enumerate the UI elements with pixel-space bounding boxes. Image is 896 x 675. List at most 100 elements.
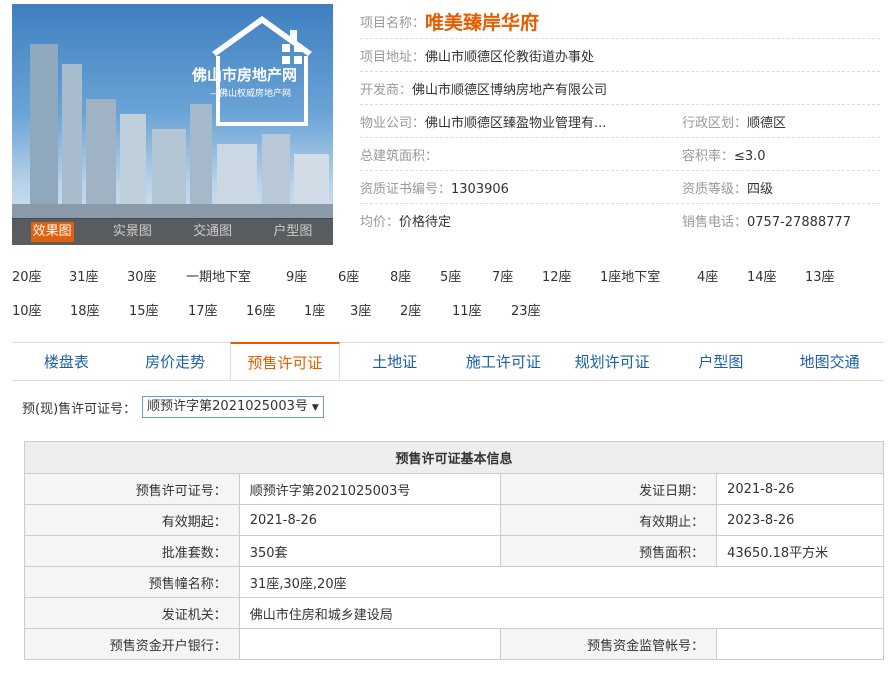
photo-tab-real[interactable]: 实景图: [92, 218, 172, 245]
developer-value: 佛山市顺德区博纳房地产有限公司: [412, 82, 608, 98]
table-row: 预售许可证号： 顺预许字第2021025003号 发证日期： 2021-8-26: [24, 473, 884, 505]
permit-select[interactable]: 顺预许字第2021025003号 ▼: [142, 396, 324, 418]
building-link[interactable]: 9座: [286, 266, 338, 285]
building-link[interactable]: 一期地下室: [186, 266, 286, 285]
table-row: 批准套数： 350套 预售面积： 43650.18平方米: [24, 535, 884, 567]
building-illustration: [12, 16, 333, 219]
authority-label: 发证机关：: [24, 597, 240, 629]
price-value: 价格待定: [399, 214, 452, 230]
building-list-row2: 10座 18座 15座 17座 16座 1座 3座 2座 11座 23座: [12, 300, 551, 319]
table-title: 预售许可证基本信息: [24, 441, 884, 474]
developer-label: 开发商：: [360, 82, 413, 98]
building-link[interactable]: 12座: [542, 266, 600, 285]
photo-tabs: 效果图 实景图 交通图 户型图: [12, 218, 333, 245]
grade-label: 资质等级：: [682, 181, 748, 197]
building-link[interactable]: 31座: [69, 266, 127, 285]
district-label: 行政区划：: [682, 115, 748, 131]
address-label: 项目地址：: [360, 49, 426, 65]
district-value: 顺德区: [747, 115, 787, 131]
far-label: 容积率：: [682, 148, 735, 164]
permit-select-label: 预(现)售许可证号：: [22, 401, 137, 417]
building-link[interactable]: 1座地下室: [600, 266, 697, 285]
building-link[interactable]: 15座: [129, 300, 188, 319]
units-value: 350套: [238, 535, 502, 567]
area-label: 总建筑面积：: [360, 148, 439, 164]
building-link[interactable]: 6座: [338, 266, 390, 285]
presale-area-label: 预售面积：: [500, 535, 718, 567]
photo-tab-traffic[interactable]: 交通图: [173, 218, 253, 245]
project-photo[interactable]: 佛山市房地产网 —佛山权威房地产网 效果图 实景图 交通图 户型图: [12, 4, 333, 245]
info-row-price: 均价：价格待定 销售电话：0757-27888777: [360, 204, 880, 236]
tab-building-table[interactable]: 楼盘表: [12, 342, 121, 380]
bldg-names-label: 预售幢名称：: [24, 566, 240, 598]
tab-map-traffic[interactable]: 地图交通: [775, 342, 884, 380]
building-link[interactable]: 17座: [188, 300, 246, 319]
tab-land-cert[interactable]: 土地证: [340, 342, 449, 380]
building-link[interactable]: 13座: [805, 266, 845, 285]
property-value: 佛山市顺德区臻盈物业管理有...: [425, 115, 607, 131]
permit-selector: 预(现)售许可证号： 顺预许字第2021025003号 ▼: [22, 396, 324, 418]
cert-value: 1303906: [451, 181, 509, 197]
watermark-sub: —佛山权威房地产网: [210, 89, 292, 99]
grade-value: 四级: [747, 181, 774, 197]
building-link[interactable]: 1座: [304, 300, 350, 319]
permit-no-value: 顺预许字第2021025003号: [238, 473, 502, 505]
building-link[interactable]: 30座: [127, 266, 186, 285]
presale-area-value: 43650.18平方米: [716, 535, 884, 567]
far-value: ≤3.0: [734, 148, 766, 164]
watermark-logo: 佛山市房地产网: [192, 66, 298, 84]
units-label: 批准套数：: [24, 535, 240, 567]
bank-label: 预售资金开户银行：: [24, 628, 240, 660]
info-row-cert: 资质证书编号：1303906 资质等级：四级: [360, 171, 880, 204]
cert-label: 资质证书编号：: [360, 181, 452, 197]
building-link[interactable]: 14座: [747, 266, 805, 285]
dropdown-arrow-icon: ▼: [311, 403, 319, 413]
building-link[interactable]: 20座: [12, 266, 69, 285]
photo-tab-floorplan[interactable]: 户型图: [253, 218, 333, 245]
project-name: 唯美臻岸华府: [425, 11, 540, 34]
building-link[interactable]: 16座: [246, 300, 304, 319]
bldg-names-value: 31座,30座,20座: [238, 566, 885, 598]
building-link[interactable]: 4座: [697, 266, 747, 285]
tab-floorplan[interactable]: 户型图: [666, 342, 776, 380]
building-link[interactable]: 10座: [12, 300, 70, 319]
info-row-address: 项目地址： 佛山市顺德区伦教街道办事处: [360, 39, 880, 72]
tab-price-trend[interactable]: 房价走势: [120, 342, 230, 380]
issue-date-value: 2021-8-26: [716, 473, 884, 505]
table-row: 预售幢名称： 31座,30座,20座: [24, 566, 885, 598]
building-link[interactable]: 18座: [70, 300, 129, 319]
building-link[interactable]: 23座: [511, 300, 551, 319]
tab-presale-permit[interactable]: 预售许可证: [229, 342, 341, 380]
info-row-area: 总建筑面积： 容积率：≤3.0: [360, 138, 880, 171]
building-link[interactable]: 7座: [492, 266, 542, 285]
photo-tab-effect[interactable]: 效果图: [12, 218, 92, 245]
valid-to-label: 有效期止：: [500, 504, 718, 536]
permit-no-label: 预售许可证号：: [24, 473, 240, 505]
table-row: 发证机关： 佛山市住房和城乡建设局: [24, 597, 885, 629]
valid-from-label: 有效期起：: [24, 504, 240, 536]
table-row: 预售资金开户银行： 预售资金监管帐号：: [24, 628, 884, 660]
building-link[interactable]: 3座: [350, 300, 400, 319]
detail-tabs: 楼盘表 房价走势 预售许可证 土地证 施工许可证 规划许可证 户型图 地图交通: [12, 342, 884, 381]
account-value: [716, 628, 884, 660]
name-label: 项目名称：: [360, 15, 426, 31]
permit-select-value: 顺预许字第2021025003号: [147, 399, 308, 414]
tab-construction-permit[interactable]: 施工许可证: [449, 342, 558, 380]
authority-value: 佛山市住房和城乡建设局: [238, 597, 885, 629]
info-row-name: 项目名称： 唯美臻岸华府: [360, 4, 880, 39]
issue-date-label: 发证日期：: [500, 473, 718, 505]
info-row-property: 物业公司：佛山市顺德区臻盈物业管理有... 行政区划：顺德区: [360, 105, 880, 138]
building-link[interactable]: 2座: [400, 300, 452, 319]
phone-label: 销售电话：: [682, 214, 748, 230]
account-label: 预售资金监管帐号：: [500, 628, 718, 660]
property-label: 物业公司：: [360, 115, 426, 131]
building-link[interactable]: 11座: [452, 300, 511, 319]
project-info: 项目名称： 唯美臻岸华府 项目地址： 佛山市顺德区伦教街道办事处 开发商： 佛山…: [360, 4, 880, 236]
building-link[interactable]: 5座: [440, 266, 492, 285]
info-row-developer: 开发商： 佛山市顺德区博纳房地产有限公司: [360, 72, 880, 105]
bank-value: [238, 628, 502, 660]
building-list-row1: 20座 31座 30座 一期地下室 9座 6座 8座 5座 7座 12座 1座地…: [12, 266, 845, 285]
permit-info-table: 预售许可证基本信息 预售许可证号： 顺预许字第2021025003号 发证日期：…: [24, 441, 885, 660]
building-link[interactable]: 8座: [390, 266, 440, 285]
tab-planning-permit[interactable]: 规划许可证: [557, 342, 667, 380]
